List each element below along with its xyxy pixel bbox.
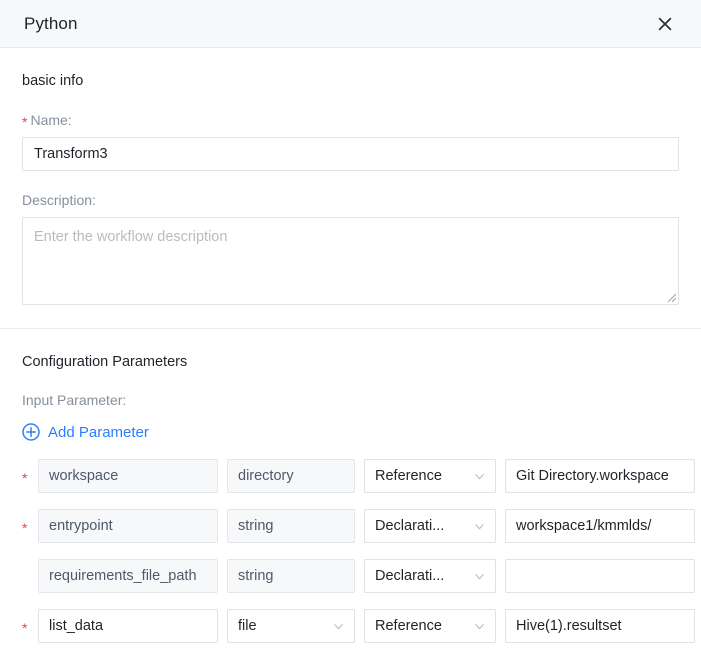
parameter-name-input: requirements_file_path bbox=[38, 559, 218, 594]
parameter-type-select[interactable]: file bbox=[227, 609, 355, 644]
description-label: Description: bbox=[22, 192, 96, 209]
chevron-down-icon bbox=[475, 573, 484, 579]
parameter-name-input: workspace bbox=[38, 459, 218, 494]
parameter-mode-select[interactable]: Declarati... bbox=[364, 509, 496, 544]
panel-title: Python bbox=[24, 14, 78, 33]
required-asterisk: * bbox=[22, 113, 28, 130]
panel-header: Python bbox=[0, 0, 701, 48]
chevron-down-icon bbox=[475, 473, 484, 479]
parameter-name-value: entrypoint bbox=[49, 518, 113, 535]
parameter-mode-value: Declarati... bbox=[375, 518, 445, 535]
parameter-mode-value: Reference bbox=[375, 618, 442, 635]
description-field-wrapper bbox=[22, 217, 679, 306]
basic-info-title: basic info bbox=[22, 73, 84, 89]
plus-circle-icon bbox=[22, 423, 40, 441]
parameter-value-text: Hive(1).resultset bbox=[516, 618, 622, 635]
parameter-value-input[interactable]: Hive(1).resultset bbox=[505, 609, 695, 644]
parameter-name-input[interactable]: list_data bbox=[38, 609, 218, 644]
parameter-type-select: string bbox=[227, 559, 355, 594]
configuration-parameters-title: Configuration Parameters bbox=[22, 354, 188, 371]
add-parameter-label: Add Parameter bbox=[48, 423, 149, 441]
parameter-type-select: string bbox=[227, 509, 355, 544]
parameter-value-text: workspace1/kmmlds/ bbox=[516, 518, 652, 535]
parameter-type-value: file bbox=[238, 618, 257, 635]
chevron-down-icon bbox=[334, 623, 343, 629]
parameter-row: * list_data file Reference Hive(1).resultset bbox=[22, 609, 695, 644]
parameter-name-value: workspace bbox=[49, 468, 119, 485]
parameter-value-text: Git Directory.workspace bbox=[516, 468, 669, 485]
parameter-type-value: directory bbox=[238, 468, 294, 485]
parameter-type-value: string bbox=[238, 568, 274, 585]
parameter-type-value: string bbox=[238, 518, 274, 535]
parameter-mode-select[interactable]: Declarati... bbox=[364, 559, 496, 594]
section-divider bbox=[0, 328, 701, 330]
chevron-down-icon bbox=[475, 623, 484, 629]
parameter-mode-value: Declarati... bbox=[375, 568, 445, 585]
name-label-text: Name: bbox=[30, 111, 72, 128]
parameter-row: requirements_file_path string Declarati... bbox=[22, 559, 695, 594]
name-input[interactable] bbox=[22, 137, 679, 172]
parameter-required-asterisk: * bbox=[22, 469, 28, 486]
parameter-value-input[interactable]: workspace1/kmmlds/ bbox=[505, 509, 695, 544]
name-label: * Name: bbox=[22, 111, 679, 129]
description-textarea[interactable] bbox=[22, 217, 679, 306]
parameter-row: * workspace directory Reference Git Director… bbox=[22, 459, 695, 494]
parameter-mode-select[interactable]: Reference bbox=[364, 459, 496, 494]
parameter-value-input[interactable]: Git Directory.workspace bbox=[505, 459, 695, 494]
input-parameter-label: Input Parameter: bbox=[22, 392, 127, 409]
parameter-name-value: list_data bbox=[49, 618, 104, 635]
configuration-parameters-section: Configuration Parameters Input Parameter… bbox=[0, 353, 701, 644]
parameter-rows: * workspace directory Reference Git Director… bbox=[22, 459, 695, 644]
parameter-required-asterisk: * bbox=[22, 519, 28, 536]
close-icon[interactable] bbox=[651, 10, 679, 38]
add-parameter-button[interactable]: Add Parameter bbox=[22, 423, 149, 441]
parameter-mode-select[interactable]: Reference bbox=[364, 609, 496, 644]
parameter-required-asterisk bbox=[22, 575, 38, 578]
panel-body: basic info *Name: Description: Configura… bbox=[0, 72, 701, 644]
parameter-type-select: directory bbox=[227, 459, 355, 494]
basic-info-section: basic info *Name: Description: bbox=[0, 72, 701, 306]
parameter-row: * entrypoint string Declarati... workspace1/… bbox=[22, 509, 695, 544]
parameter-name-input: entrypoint bbox=[38, 509, 218, 544]
parameter-value-input[interactable] bbox=[505, 559, 695, 594]
chevron-down-icon bbox=[475, 523, 484, 529]
parameter-mode-value: Reference bbox=[375, 468, 442, 485]
parameter-name-value: requirements_file_path bbox=[49, 568, 197, 585]
parameter-required-asterisk: * bbox=[22, 619, 28, 636]
python-node-config-panel: Python basic info *Name: Description: bbox=[0, 0, 701, 651]
